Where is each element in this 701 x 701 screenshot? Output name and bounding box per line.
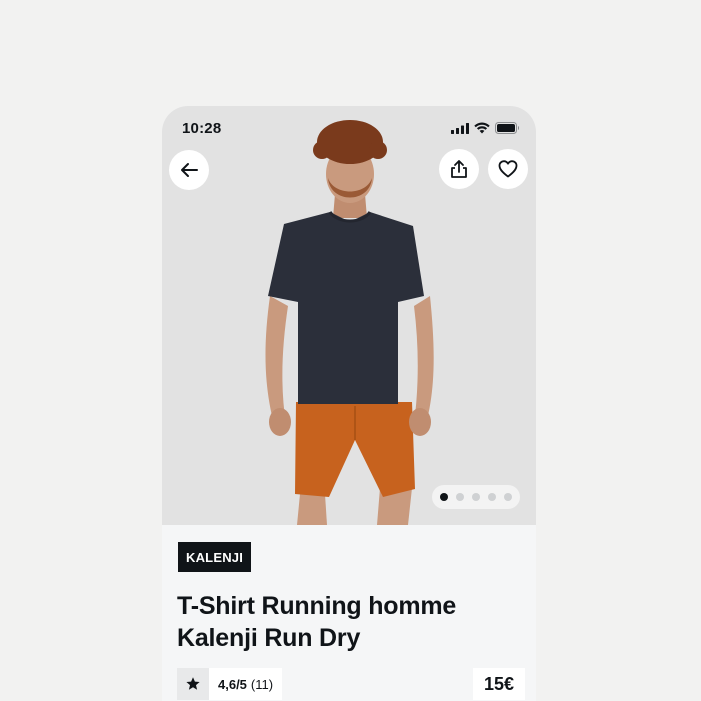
wifi-icon xyxy=(474,122,490,134)
pagination-dot[interactable] xyxy=(472,493,480,501)
status-bar: 10:28 xyxy=(162,106,536,150)
product-title-line-1: T-Shirt Running homme xyxy=(177,592,457,620)
price: 15€ xyxy=(472,668,525,700)
rating-score: 4,6/5 xyxy=(218,676,247,692)
heart-icon xyxy=(498,160,518,178)
product-image-gallery[interactable]: 10:28 xyxy=(162,106,536,525)
status-icons xyxy=(451,122,520,134)
share-button[interactable] xyxy=(439,149,479,189)
status-time: 10:28 xyxy=(182,120,222,137)
signal-icon xyxy=(451,122,469,134)
brand-badge[interactable]: KALENJI xyxy=(178,542,252,572)
rating-badge[interactable]: 4,6/5 (11) xyxy=(177,668,283,700)
rating-count: (11) xyxy=(250,676,274,692)
back-button[interactable] xyxy=(169,150,209,190)
battery-icon xyxy=(495,122,519,134)
share-icon xyxy=(451,160,467,178)
product-photo xyxy=(265,120,434,525)
phone-screen: 10:28 KALENJI T-Shirt Running homme Kale… xyxy=(162,106,536,701)
product-title-line-2: Kalenji Run Dry xyxy=(177,624,361,652)
pagination-dot[interactable] xyxy=(456,493,464,501)
pagination-dot-active[interactable] xyxy=(440,493,448,501)
product-title: T-Shirt Running homme Kalenji Run Dry xyxy=(177,590,517,654)
rating-text: 4,6/5 (11) xyxy=(209,668,283,700)
pagination-dot[interactable] xyxy=(504,493,512,501)
gallery-pagination[interactable] xyxy=(432,485,520,509)
favorite-button[interactable] xyxy=(488,149,528,189)
product-info: KALENJI T-Shirt Running homme Kalenji Ru… xyxy=(162,525,536,701)
star-icon xyxy=(177,668,209,700)
arrow-left-icon xyxy=(181,163,198,177)
pagination-dot[interactable] xyxy=(488,493,496,501)
